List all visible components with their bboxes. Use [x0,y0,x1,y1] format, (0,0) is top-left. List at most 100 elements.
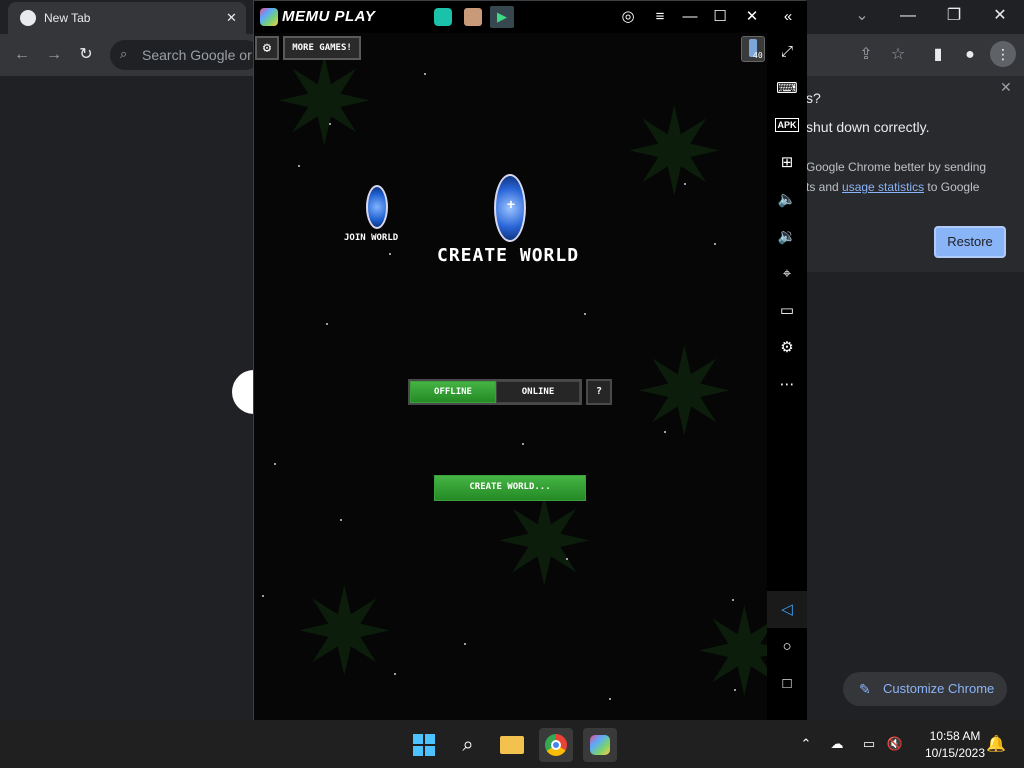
star [566,558,568,560]
memu-logo-text: MEMU PLAY [282,8,376,25]
memu-minimize-icon[interactable]: — [678,1,702,33]
settings-icon[interactable]: ⚙ [767,329,807,366]
search-icon[interactable]: ⌕ [451,728,485,762]
star [274,463,276,465]
reload-icon[interactable]: ↻ [76,45,96,65]
memu-logo-icon [260,8,278,26]
tab-search-chevron-icon[interactable]: ⌄ [852,6,872,26]
share-icon[interactable]: ⇪ [856,45,876,65]
bg-leaf-decoration: ✷ [294,566,395,700]
search-icon: ⌕ [120,46,128,61]
restore-window-icon[interactable]: ❐ [944,6,964,26]
create-world-title: CREATE WORLD [437,245,580,266]
star [326,323,328,325]
star [522,443,524,445]
customize-chrome-button[interactable]: ✎ Customize Chrome [843,672,1007,706]
join-world-label: JOIN WORLD [344,233,399,243]
memu-taskbar-icon[interactable] [583,728,617,762]
weather-icon[interactable]: ☁ [828,736,846,752]
dialog-help-text-2: ts and usage statistics to Google [806,180,979,194]
forward-arrow-icon[interactable]: → [44,45,64,65]
collapse-sidebar-icon[interactable]: « [774,1,802,33]
minimize-icon[interactable]: — [898,6,918,26]
menu-icon[interactable]: ≡ [648,1,672,33]
dialog-help-text-1: Google Chrome better by sending [806,160,987,174]
dialog-title: s? [806,90,821,106]
star [262,595,264,597]
dialog-message: shut down correctly. [806,119,930,135]
more-games-button[interactable]: MORE GAMES! [283,36,361,60]
show-hidden-icons-icon[interactable]: ⌃ [798,736,814,752]
memu-maximize-icon[interactable]: ☐ [708,1,732,33]
restore-button[interactable]: Restore [934,226,1006,258]
bg-leaf-decoration: ✷ [694,586,767,720]
account-icon[interactable]: ◎ [616,1,640,33]
star [298,165,300,167]
chrome-taskbar-icon[interactable] [539,728,573,762]
network-icon[interactable]: ▭ [860,736,878,752]
badge-count: 40 [753,51,763,60]
add-window-icon[interactable]: ⊞ [767,144,807,181]
game-settings-button[interactable]: ⚙ [255,36,279,60]
usage-statistics-link[interactable]: usage statistics [842,180,924,194]
clock-time[interactable]: 10:58 AM [920,729,990,743]
recents-icon[interactable]: □ [767,665,807,702]
help-button[interactable]: ? [586,379,612,405]
bg-leaf-decoration: ✷ [494,476,595,610]
star [714,243,716,245]
create-world-portal[interactable]: + [494,174,526,242]
volume-up-icon[interactable]: 🔈 [767,181,807,218]
close-window-icon[interactable]: ✕ [990,6,1010,26]
profile-icon[interactable]: ● [960,45,980,65]
bookmark-star-icon[interactable]: ☆ [888,45,908,65]
volume-down-icon[interactable]: 🔉 [767,218,807,255]
keyboard-icon[interactable]: ⌨ [767,70,807,107]
notification-bell-icon[interactable]: 🔔 [986,734,1006,754]
online-button[interactable]: ONLINE [496,381,580,403]
more-icon[interactable]: ⋯ [767,366,807,403]
fullscreen-icon[interactable]: ⤢ [767,33,807,70]
chrome-menu-icon[interactable]: ⋮ [990,41,1016,67]
star [684,183,686,185]
chrome-logo-center [551,740,561,750]
star [424,73,426,75]
play-store-icon[interactable]: ▶ [490,6,514,28]
chrome-favicon-icon [20,10,36,26]
file-explorer-icon[interactable] [495,728,529,762]
star [664,431,666,433]
omnibox[interactable]: ⌕ Search Google or [110,40,260,70]
home-icon[interactable]: ○ [767,628,807,665]
star [389,253,391,255]
bg-leaf-decoration: ✷ [274,36,375,170]
side-panel-icon[interactable]: ▮ [928,45,948,65]
create-world-button[interactable]: CREATE WORLD... [434,475,586,501]
volume-muted-icon[interactable]: 🔇 [886,736,904,752]
folder-shape [500,736,524,754]
bg-leaf-decoration: ✷ [634,326,735,460]
dialog-close-icon[interactable]: ✕ [1000,79,1012,96]
memu-titlebar: MEMU PLAY ▶ ◎ ≡ — ☐ ✕ « [254,1,807,33]
start-icon[interactable] [407,728,441,762]
memu-play-window: MEMU PLAY ▶ ◎ ≡ — ☐ ✕ « ✷ ✷ ✷ ✷ ✷ ✷ ⚙ MO… [253,0,807,721]
folder-icon[interactable]: ▭ [767,292,807,329]
back-arrow-icon[interactable]: ← [12,45,32,65]
app-icon-2[interactable] [464,8,482,26]
clock-date[interactable]: 10/15/2023 [918,746,992,760]
memu-sidebar: ⤢ ⌨ APK ⊞ 🔈 🔉 ⌖ ▭ ⚙ ⋯ ◁ ○ □ [767,33,807,721]
back-icon[interactable]: ◁ [767,591,807,628]
tab-new-tab[interactable]: New Tab ✕ [8,2,246,34]
start-tile [413,734,423,744]
join-world-portal[interactable] [366,185,388,229]
tab-close-icon[interactable]: ✕ [226,10,237,26]
offline-button[interactable]: OFFLINE [410,381,496,403]
apk-icon[interactable]: APK [767,107,807,144]
start-tile [425,734,435,744]
tab-title: New Tab [44,11,91,25]
app-icon-1[interactable] [434,8,452,26]
star [732,599,734,601]
location-icon[interactable]: ⌖ [767,255,807,292]
badge-icon[interactable]: 40 [741,36,765,62]
star [464,643,466,645]
memu-close-icon[interactable]: ✕ [740,1,764,33]
apk-label: APK [775,118,799,132]
